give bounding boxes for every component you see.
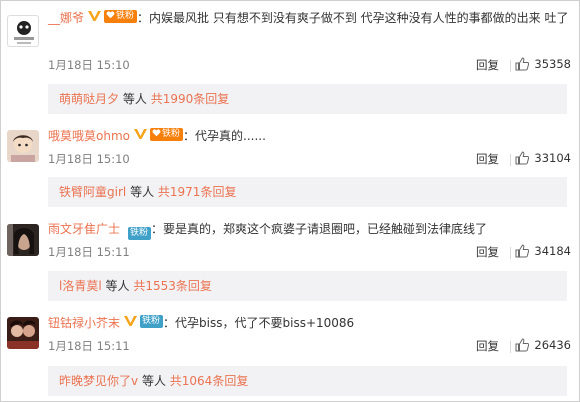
username-link[interactable]: 钮钴禄小芥末 (48, 316, 120, 330)
avatar[interactable] (7, 317, 39, 349)
sub-reply-box: l洛青莫l 等人 共1553条回复 (48, 271, 567, 301)
like-button[interactable]: 33104 (515, 151, 571, 165)
timestamp: 1月18日 15:10 (48, 58, 130, 72)
sub-reply-text: 等人 (122, 92, 147, 106)
reply-button[interactable]: 回复 (476, 151, 499, 167)
heart-icon (106, 10, 115, 18)
like-count: 35358 (534, 57, 571, 71)
comment-text: 代孕真的...... (195, 129, 266, 143)
more-replies-link[interactable]: 共1990条回复 (151, 92, 230, 106)
comment-meta: 1月18日 15:11 回复 34184 (48, 244, 571, 262)
comment-text-line: __娜爷 铁粉 ：内娱最风批 只有想不到没有爽子做不到 代孕这种没有人性的事都做的出… (48, 9, 569, 25)
avatar[interactable] (7, 224, 39, 256)
reply-button[interactable]: 回复 (476, 244, 499, 260)
comment-meta: 1月18日 15:11 回复 26436 (48, 338, 571, 356)
like-button[interactable]: 34184 (515, 244, 571, 258)
like-count: 33104 (534, 151, 571, 165)
thumbs-up-icon (515, 244, 530, 258)
sub-reply-user[interactable]: 萌萌哒月夕 (59, 92, 119, 106)
verified-v-icon (88, 11, 102, 21)
reply-button[interactable]: 回复 (476, 57, 499, 73)
divider (510, 154, 511, 166)
divider (510, 341, 511, 353)
sub-reply-box: 萌萌哒月夕 等人 共1990条回复 (48, 84, 567, 114)
avatar[interactable] (7, 15, 39, 47)
more-replies-link[interactable]: 共1064条回复 (170, 374, 249, 388)
sub-reply-text: 等人 (130, 185, 155, 199)
reply-button[interactable]: 回复 (476, 338, 499, 354)
divider (510, 247, 511, 259)
timestamp: 1月18日 15:10 (48, 152, 130, 166)
sub-reply-text: 等人 (141, 374, 166, 388)
like-button[interactable]: 26436 (515, 338, 571, 352)
sub-reply-user[interactable]: l洛青莫l (59, 279, 102, 293)
comment-text-line: 雨文牙隹广士 铁粉 ：要是真的，郑爽这个疯婆子请退圈吧，已经触碰到法律底线了 (48, 222, 488, 240)
verified-v-icon (133, 129, 147, 139)
sub-reply-text: 等人 (105, 279, 130, 293)
like-button[interactable]: 35358 (515, 57, 571, 71)
like-count: 26436 (534, 338, 571, 352)
username-link[interactable]: 哦莫哦莫ohmo (48, 129, 130, 143)
user-badges: 铁粉 (88, 9, 138, 23)
thumbs-up-icon (515, 57, 530, 71)
comment-text: 要是真的，郑爽这个疯婆子请退圈吧，已经触碰到法律底线了 (163, 222, 488, 236)
username-link[interactable]: 雨文牙隹广士 (48, 222, 120, 236)
comment-text-line: 哦莫哦莫ohmo 铁粉 ：代孕真的...... (48, 127, 266, 143)
user-badges: 铁粉 (133, 127, 183, 141)
comment-text: 代孕biss，代了不要biss+10086 (175, 316, 355, 330)
fan-badge: 铁粉 (104, 9, 138, 23)
more-replies-link[interactable]: 共1971条回复 (158, 185, 237, 199)
comment-meta: 1月18日 15:10 回复 33104 (48, 151, 571, 169)
comment-text: 内娱最风批 只有想不到没有爽子做不到 代孕这种没有人性的事都做的出来 吐了 (149, 11, 569, 25)
avatar[interactable] (7, 130, 39, 162)
sub-reply-box: 铁臂阿童girl 等人 共1971条回复 (48, 177, 567, 207)
sub-reply-user[interactable]: 铁臂阿童girl (59, 185, 126, 199)
thumbs-up-icon (515, 338, 530, 352)
like-count: 34184 (534, 244, 571, 258)
comment-panel: __娜爷 铁粉 ：内娱最风批 只有想不到没有爽子做不到 代孕这种没有人性的事都做的出… (0, 0, 580, 402)
sub-reply-box: 昨晚梦见你了v 等人 共1064条回复 (48, 366, 567, 396)
sub-reply-user[interactable]: 昨晚梦见你了v (59, 374, 138, 388)
user-badges: 铁粉 (124, 314, 164, 328)
fan-badge: 铁粉 (149, 127, 183, 141)
more-replies-link[interactable]: 共1553条回复 (133, 279, 212, 293)
username-link[interactable]: __娜爷 (48, 11, 84, 25)
comment-text-line: 钮钴禄小芥末 铁粉 ：代孕biss，代了不要biss+10086 (48, 314, 355, 330)
timestamp: 1月18日 15:11 (48, 245, 130, 259)
fan-badge: 铁粉 (128, 226, 152, 240)
verified-v-icon (124, 316, 138, 326)
timestamp: 1月18日 15:11 (48, 339, 130, 353)
user-badges: 铁粉 (124, 226, 152, 240)
divider (510, 60, 511, 72)
thumbs-up-icon (515, 151, 530, 165)
comment-meta: 1月18日 15:10 回复 35358 (48, 57, 571, 75)
heart-icon (152, 128, 161, 136)
fan-badge: 铁粉 (140, 314, 164, 328)
